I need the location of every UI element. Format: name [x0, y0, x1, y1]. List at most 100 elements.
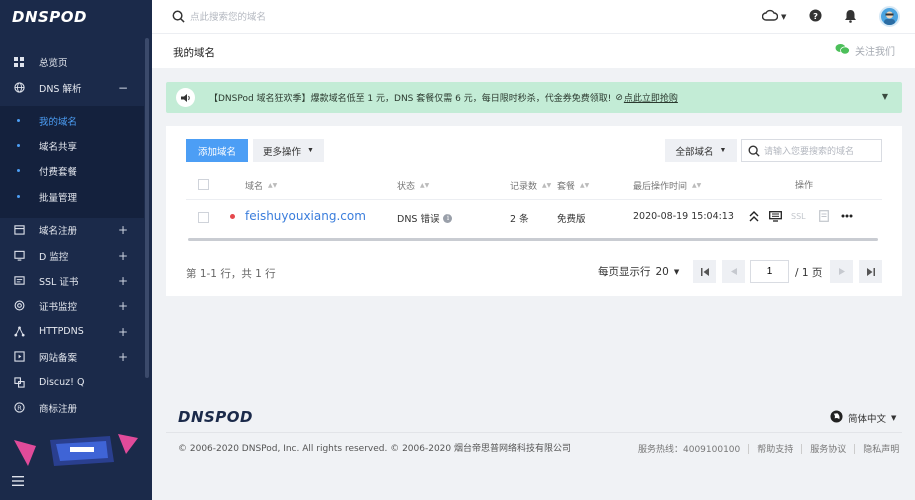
target-icon [13, 300, 25, 312]
domain-name-link[interactable]: feishuyouxiang.com [245, 209, 366, 223]
th-label: 记录数 [510, 182, 538, 192]
cloud-menu[interactable]: ▼ [761, 9, 786, 24]
add-domain-button[interactable]: 添加域名 [186, 139, 248, 162]
certificate-icon [13, 275, 25, 287]
pin-top-icon[interactable] [749, 209, 759, 223]
row-checkbox[interactable] [198, 212, 209, 223]
table-horizontal-scrollbar[interactable] [188, 238, 878, 241]
sidebar-item-icp[interactable]: 网站备案 + [0, 344, 144, 369]
sort-icon: ▲▼ [542, 182, 552, 189]
more-actions-button[interactable]: 更多操作 ▼ [253, 139, 324, 162]
sidebar-item-httpdns[interactable]: HTTPDNS + [0, 319, 144, 344]
sidebar-item-label: 网站备案 [39, 352, 78, 364]
bell-icon[interactable] [844, 9, 857, 26]
language-selector[interactable]: 简体中文 ▼ [830, 410, 896, 426]
sidebar-item-d-monitor[interactable]: D 监控 + [0, 243, 144, 268]
caret-down-icon: ▼ [719, 147, 727, 154]
th-records[interactable]: 记录数 ▲▼ [510, 179, 551, 192]
next-page-button[interactable] [830, 260, 853, 283]
more-options-icon[interactable] [841, 209, 853, 223]
global-search-input[interactable] [190, 8, 390, 26]
first-page-button[interactable] [693, 260, 716, 283]
th-label: 最后操作时间 [633, 182, 688, 192]
sidebar-item-dns[interactable]: DNS 解析 − [0, 75, 144, 100]
svg-text:?: ? [813, 11, 818, 21]
caret-down-icon: ▼ [891, 414, 897, 422]
promo-banner-image[interactable] [14, 432, 138, 468]
agreement-link[interactable]: 服务协议 [810, 442, 846, 455]
sidebar-item-cert-monitor[interactable]: 证书监控 + [0, 293, 144, 318]
dns-records-icon[interactable] [769, 209, 782, 223]
divider [748, 443, 750, 454]
sidebar-item-ssl[interactable]: SSL 证书 + [0, 268, 144, 293]
prev-page-button[interactable] [722, 260, 745, 283]
sidebar-scrollbar[interactable] [145, 38, 149, 378]
sidebar-item-label: D 监控 [39, 251, 69, 263]
expand-icon[interactable]: + [118, 274, 128, 288]
divider [854, 443, 856, 454]
ssl-action-button[interactable]: SSL [791, 209, 806, 223]
sidebar-item-domain-share[interactable]: 域名共享 [0, 133, 144, 158]
support-link[interactable]: 帮助支持 [757, 442, 793, 455]
sidebar-item-domain-register[interactable]: 域名注册 + [0, 217, 144, 242]
dns-submenu: 我的域名 域名共享 付费套餐 批量管理 [0, 106, 144, 218]
monitor-icon [13, 250, 25, 262]
th-domain[interactable]: 域名 ▲▼ [245, 179, 277, 192]
help-icon[interactable]: ? [809, 9, 822, 25]
th-label: 操作 [795, 181, 814, 191]
sidebar-item-paid-plans[interactable]: 付费套餐 [0, 158, 144, 183]
follow-us-label: 关注我们 [855, 47, 895, 58]
avatar[interactable] [879, 6, 900, 27]
footer-logo[interactable]: DNSPOD [178, 408, 253, 426]
domain-search-box [741, 139, 882, 162]
menu-collapse-icon[interactable] [12, 476, 24, 489]
privacy-link[interactable]: 隐私声明 [863, 442, 899, 455]
expand-icon[interactable]: + [118, 249, 128, 263]
promo-buy-link[interactable]: 点此立即抢购 [624, 91, 678, 104]
copyright-text: © 2006-2020 DNSPod, Inc. All rights rese… [178, 444, 571, 454]
plan-cell: 免费版 [557, 211, 586, 225]
svg-text:R: R [17, 404, 22, 412]
sidebar-item-label: DNS 解析 [39, 83, 82, 95]
th-plan[interactable]: 套餐 ▲▼ [557, 179, 589, 192]
expand-icon[interactable]: + [118, 299, 128, 313]
promo-notice-text: 【DNSPod 域名狂欢季】爆款域名低至 1 元，DNS 套餐仅需 6 元，每日… [209, 94, 612, 104]
expand-icon[interactable]: + [118, 350, 128, 364]
expand-icon[interactable]: + [118, 223, 128, 237]
th-status[interactable]: 状态 ▲▼ [397, 179, 429, 192]
expand-icon[interactable]: + [118, 325, 128, 339]
collapse-icon[interactable]: − [118, 81, 128, 95]
select-all-checkbox[interactable] [198, 179, 209, 190]
status-text: DNS 错误 [397, 214, 440, 225]
th-label: 状态 [397, 182, 416, 192]
domain-filter-dropdown[interactable]: 全部域名 ▼ [665, 139, 737, 162]
sidebar-subitem-label: 付费套餐 [39, 166, 78, 178]
sidebar-item-overview[interactable]: 总览页 [0, 49, 144, 74]
sidebar-subitem-label: 批量管理 [39, 192, 78, 204]
record-icon [13, 351, 25, 363]
page-number-input[interactable] [750, 260, 789, 283]
sidebar-item-discuz[interactable]: Discuz! Q [0, 370, 144, 395]
calendar-icon [13, 224, 25, 236]
sidebar-item-label: 域名注册 [39, 225, 78, 237]
follow-us-link[interactable]: 关注我们 [835, 43, 895, 58]
page-size-dropdown[interactable]: 每页显示行 20 ▼ [598, 264, 679, 279]
chevron-down-icon[interactable]: ▼ [882, 92, 888, 101]
sidebar-item-label: 商标注册 [39, 403, 78, 415]
search-icon[interactable] [748, 145, 760, 157]
dnspod-logo[interactable]: DNSPOD [12, 8, 87, 26]
sidebar-item-my-domains[interactable]: 我的域名 [0, 108, 144, 133]
document-icon[interactable] [819, 209, 829, 223]
sidebar-item-label: 证书监控 [39, 301, 78, 313]
sidebar-item-batch[interactable]: 批量管理 [0, 184, 144, 209]
search-icon[interactable] [172, 10, 185, 26]
domain-search-input[interactable] [764, 145, 876, 156]
caret-down-icon: ▼ [673, 267, 680, 276]
last-page-button[interactable] [859, 260, 882, 283]
sidebar-item-trademark[interactable]: R 商标注册 [0, 395, 144, 420]
info-icon[interactable]: i [443, 213, 453, 223]
page-size-label: 每页显示行 [598, 266, 651, 278]
page-total: / 1 页 [795, 267, 823, 279]
th-last-op[interactable]: 最后操作时间 ▲▼ [633, 179, 701, 192]
promo-notice-bar: 【DNSPod 域名狂欢季】爆款域名低至 1 元，DNS 套餐仅需 6 元，每日… [166, 82, 902, 113]
